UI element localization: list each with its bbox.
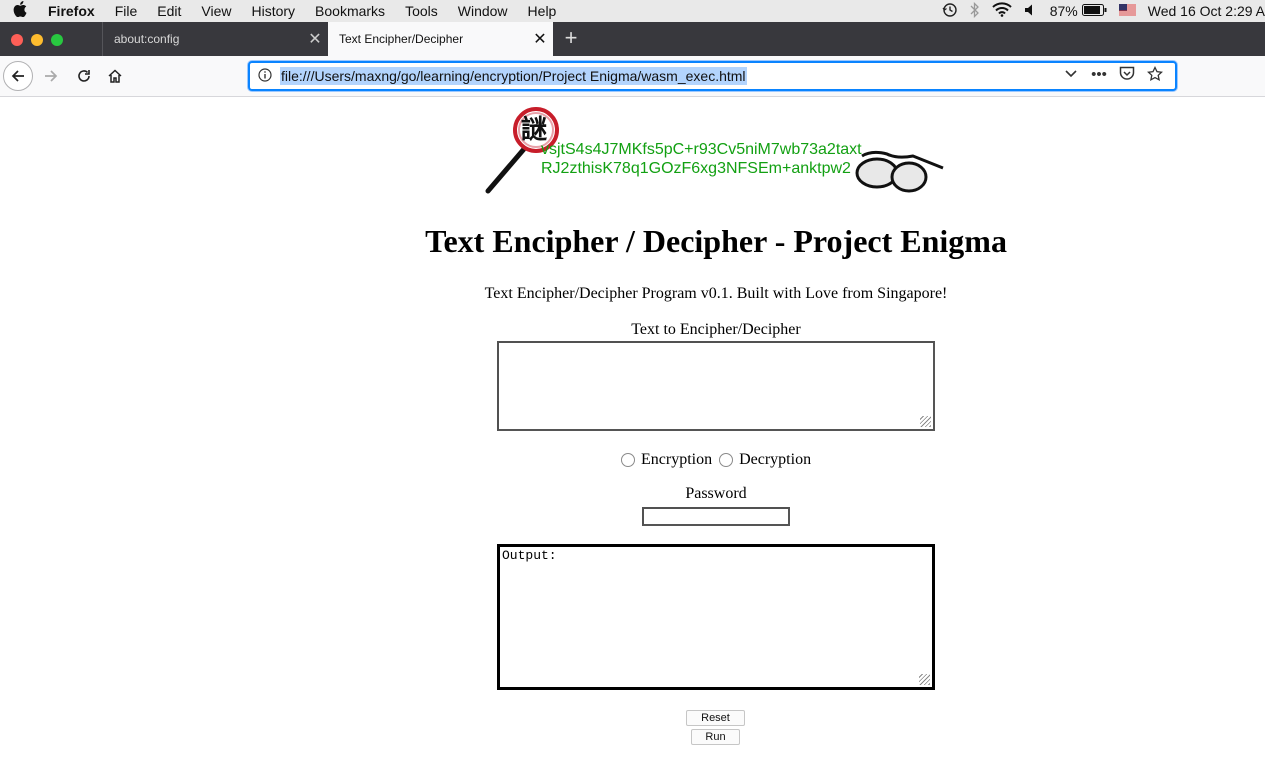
window-close-button[interactable] <box>11 34 23 46</box>
input-label: Text to Encipher/Decipher <box>631 321 801 338</box>
reset-button[interactable]: Reset <box>686 710 745 726</box>
menubar-clock[interactable]: Wed 16 Oct 2:29 A <box>1148 3 1265 19</box>
tab-title: Text Encipher/Decipher <box>339 32 464 46</box>
tab-strip: about:config ✕ Text Encipher/Decipher ✕ … <box>0 22 1265 56</box>
forward-button[interactable] <box>36 61 66 91</box>
us-flag-icon[interactable] <box>1118 3 1136 19</box>
mode-radio-group: Encryption Decryption <box>621 451 818 469</box>
output-area[interactable]: Output: <box>497 544 935 690</box>
decryption-label[interactable]: Decryption <box>739 451 811 469</box>
bookmark-star-icon[interactable] <box>1141 65 1169 86</box>
menu-window[interactable]: Window <box>458 3 508 19</box>
close-icon[interactable]: ✕ <box>527 29 553 49</box>
back-button[interactable] <box>3 61 33 91</box>
decryption-radio[interactable] <box>719 453 734 467</box>
chevron-down-icon[interactable] <box>1057 66 1085 86</box>
tab-about-config[interactable]: about:config ✕ <box>102 22 328 56</box>
encryption-radio[interactable] <box>621 453 635 467</box>
pocket-icon[interactable] <box>1113 66 1141 86</box>
navigation-toolbar: file:///Users/maxng/go/learning/encrypti… <box>0 56 1265 97</box>
battery-icon[interactable] <box>1081 3 1107 19</box>
tab-text-encipher[interactable]: Text Encipher/Decipher ✕ <box>328 22 553 56</box>
menu-firefox[interactable]: Firefox <box>48 3 95 19</box>
battery-percent: 87% <box>1049 3 1078 19</box>
url-bar[interactable]: file:///Users/maxng/go/learning/encrypti… <box>248 61 1177 91</box>
close-icon[interactable]: ✕ <box>302 29 328 49</box>
apple-icon[interactable] <box>13 1 33 21</box>
encryption-label[interactable]: Encryption <box>641 451 712 469</box>
password-field[interactable] <box>642 507 790 526</box>
wifi-icon[interactable] <box>992 2 1012 20</box>
reload-icon <box>78 70 90 82</box>
page-content: 謎 vsjtS4s4J7MKfs5pC+r93Cv5niM7wb73a2taxt… <box>0 97 1265 759</box>
new-tab-button[interactable]: + <box>559 27 583 51</box>
text-input-area[interactable] <box>497 341 935 431</box>
arrow-right-icon <box>45 70 58 82</box>
tab-title: about:config <box>114 32 180 46</box>
page-subtitle: Text Encipher/Decipher Program v0.1. Bui… <box>484 285 948 302</box>
menu-view[interactable]: View <box>201 3 231 19</box>
menu-bookmarks[interactable]: Bookmarks <box>315 3 385 19</box>
home-icon <box>108 69 122 83</box>
time-machine-icon[interactable] <box>942 2 958 21</box>
menu-help[interactable]: Help <box>528 3 557 19</box>
url-text[interactable]: file:///Users/maxng/go/learning/encrypti… <box>280 67 747 85</box>
info-icon[interactable] <box>250 67 280 85</box>
page-title: Text Encipher / Decipher - Project Enigm… <box>425 223 1007 259</box>
bluetooth-icon[interactable] <box>970 1 980 21</box>
resize-grip-icon[interactable] <box>920 416 931 427</box>
menu-file[interactable]: File <box>115 3 138 19</box>
window-zoom-button[interactable] <box>51 34 63 46</box>
window-minimize-button[interactable] <box>31 34 43 46</box>
page-actions-icon[interactable]: ••• <box>1085 66 1113 86</box>
menubar-status-area: 87% Wed 16 Oct 2:29 A <box>942 0 1265 22</box>
url-actions: ••• <box>1057 65 1169 86</box>
arrow-left-icon <box>11 70 24 82</box>
logo-cipher-line-1: vsjtS4s4J7MKfs5pC+r93Cv5niM7wb73a2taxt <box>541 141 862 158</box>
reload-button[interactable] <box>69 61 99 91</box>
macos-menu-bar: Firefox File Edit View History Bookmarks… <box>0 0 1265 22</box>
home-button[interactable] <box>100 61 130 91</box>
menu-edit[interactable]: Edit <box>157 3 181 19</box>
menu-history[interactable]: History <box>251 3 295 19</box>
run-button[interactable]: Run <box>691 729 740 745</box>
password-label: Password <box>685 485 747 502</box>
menu-tools[interactable]: Tools <box>405 3 438 19</box>
output-text: Output: <box>502 548 557 563</box>
logo-cipher-line-2: RJ2zthisK78q1GOzF6xg3NFSEm+anktpw2 <box>541 160 851 177</box>
resize-grip-icon[interactable] <box>919 674 930 685</box>
logo-cipher-text: vsjtS4s4J7MKfs5pC+r93Cv5niM7wb73a2taxt R… <box>541 140 862 178</box>
volume-icon[interactable] <box>1024 3 1038 20</box>
